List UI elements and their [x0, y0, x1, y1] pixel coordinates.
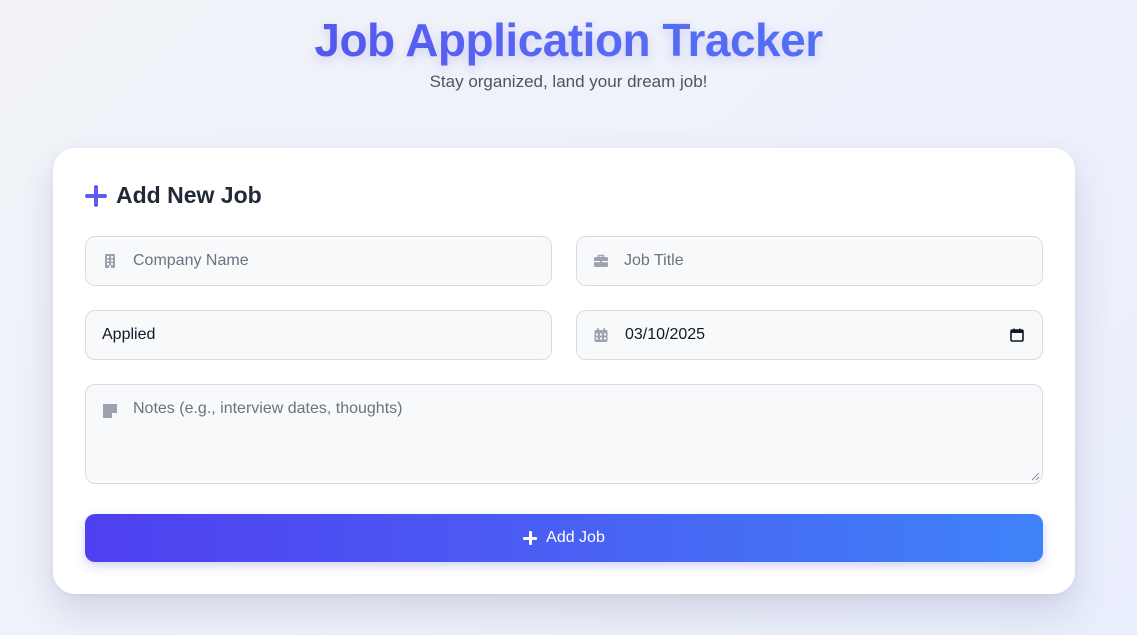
calendar-icon: [594, 328, 608, 342]
page-header: Job Application Tracker Stay organized, …: [0, 14, 1137, 93]
building-icon: [105, 254, 115, 268]
status-select[interactable]: Applied: [85, 310, 552, 360]
calendar-picker-icon[interactable]: [1010, 328, 1024, 342]
add-job-button[interactable]: Add Job: [85, 514, 1043, 562]
page-title: Job Application Tracker: [0, 14, 1137, 66]
notes-field: [85, 384, 1043, 484]
job-title-input[interactable]: [577, 237, 1042, 285]
notes-textarea[interactable]: [86, 385, 1042, 483]
page-subtitle: Stay organized, land your dream job!: [429, 72, 708, 91]
add-job-button-label: Add Job: [546, 529, 605, 546]
date-input-value: 03/10/2025: [625, 326, 706, 343]
sticky-note-icon: [103, 404, 117, 418]
plus-icon: [85, 184, 107, 207]
plus-icon: [523, 531, 538, 545]
status-select-value: Applied: [102, 326, 156, 343]
job-title-field: [576, 236, 1043, 286]
date-field[interactable]: 03/10/2025: [576, 310, 1043, 360]
resize-handle-icon[interactable]: [1031, 472, 1040, 481]
briefcase-icon: [594, 254, 608, 267]
card-heading-text: Add New Job: [116, 182, 262, 208]
company-field: [85, 236, 552, 286]
add-job-card: Add New Job Applied: [53, 148, 1075, 594]
company-input[interactable]: [86, 237, 551, 285]
card-heading: Add New Job: [85, 182, 262, 209]
